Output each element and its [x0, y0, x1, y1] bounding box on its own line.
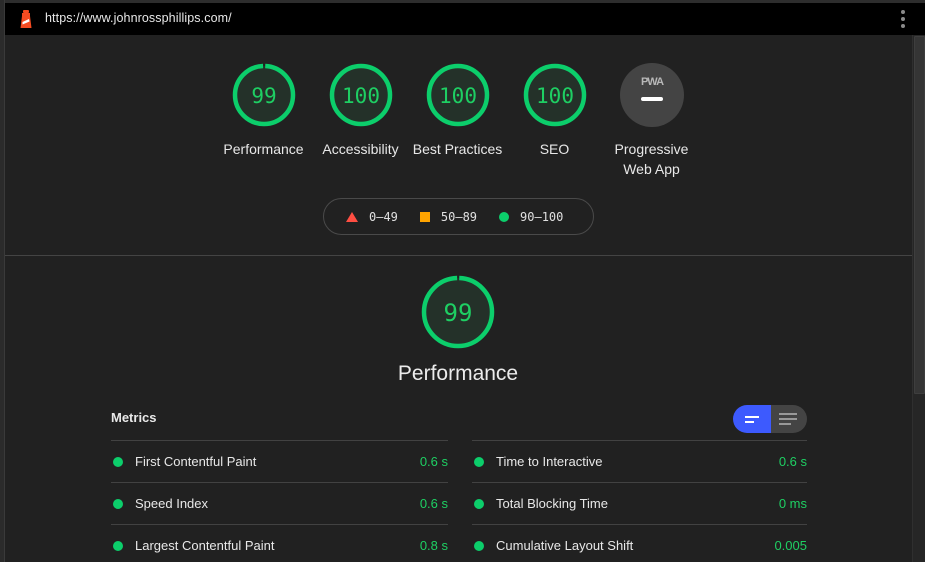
metric-value: 0.8 s — [419, 538, 448, 553]
gauge-label: Best Practices — [412, 141, 503, 157]
circle-icon — [499, 211, 510, 222]
pass-circle-icon — [113, 498, 123, 509]
pass-circle-icon — [474, 498, 484, 509]
metrics-column-right: Time to Interactive 0.6 s Total Blocking… — [472, 440, 807, 562]
gauge-pwa[interactable]: PWA Progressive Web App — [603, 63, 700, 179]
performance-title: Performance — [397, 362, 519, 385]
metric-value: 0.6 s — [778, 454, 807, 469]
pass-circle-icon — [474, 540, 484, 551]
report-topbar: https://www.johnrossphillips.com/ — [5, 3, 925, 35]
gauge-accessibility[interactable]: 100 Accessibility — [312, 63, 409, 179]
performance-score: 99 — [444, 299, 473, 327]
section-divider — [5, 255, 912, 256]
metric-row: Largest Contentful Paint 0.8 s — [111, 524, 448, 562]
metric-name: Speed Index — [135, 496, 209, 511]
expanded-view-button[interactable] — [770, 405, 807, 433]
legend-range: 50–89 — [440, 209, 478, 224]
legend-range: 0–49 — [369, 209, 398, 224]
page-url[interactable]: https://www.johnrossphillips.com/ — [45, 11, 232, 25]
pwa-icon: PWA — [619, 63, 684, 127]
metric-name: Cumulative Layout Shift — [496, 538, 634, 553]
lighthouse-icon — [20, 10, 32, 28]
lighthouse-report: https://www.johnrossphillips.com/ 99 Per… — [0, 0, 925, 562]
gauge-seo[interactable]: 100 SEO — [506, 63, 603, 179]
pass-circle-icon — [113, 540, 123, 551]
metric-name: Time to Interactive — [496, 454, 603, 469]
window-left-edge — [0, 0, 5, 562]
category-gauges: 99 Performance 100 Accessibility 100 Bes… — [215, 63, 700, 179]
metric-row: First Contentful Paint 0.6 s — [111, 440, 448, 482]
triangle-icon — [346, 211, 358, 222]
gauge-label: SEO — [539, 141, 570, 157]
score-ring: 100 — [329, 63, 392, 127]
gauge-label: Performance — [223, 141, 304, 157]
gauge-score: 99 — [251, 84, 276, 108]
metric-value: 0.6 s — [419, 454, 448, 469]
metrics-heading: Metrics — [111, 410, 157, 425]
scrollbar-thumb[interactable] — [914, 36, 925, 394]
legend-fail: 0–49 — [346, 210, 398, 224]
metric-value: 0 ms — [778, 496, 807, 511]
legend-range: 90–100 — [520, 209, 564, 224]
gauge-score: 100 — [439, 84, 477, 108]
gauge-score: 100 — [342, 84, 380, 108]
metric-name: Total Blocking Time — [496, 496, 608, 511]
metric-value: 0.6 s — [419, 496, 448, 511]
kebab-menu-icon[interactable] — [899, 10, 907, 28]
metric-name: Largest Contentful Paint — [135, 538, 275, 553]
performance-score-gauge: 99 — [421, 275, 495, 349]
pass-circle-icon — [474, 456, 484, 467]
legend-average: 50–89 — [419, 209, 478, 224]
gauge-label: Progressive Web App — [614, 141, 689, 177]
metrics-column-left: First Contentful Paint 0.6 s Speed Index… — [111, 440, 448, 562]
square-icon — [419, 211, 430, 222]
gauge-best-practices[interactable]: 100 Best Practices — [409, 63, 506, 179]
metric-value: 0.005 — [774, 538, 807, 553]
compact-view-icon — [745, 415, 759, 418]
metric-row: Total Blocking Time 0 ms — [472, 482, 807, 524]
score-ring: 99 — [232, 63, 295, 127]
metric-row: Time to Interactive 0.6 s — [472, 440, 807, 482]
gauge-score: 100 — [536, 84, 574, 108]
gauge-label: Accessibility — [322, 141, 399, 157]
compact-view-button[interactable] — [733, 405, 770, 433]
metrics-view-toggle[interactable] — [733, 405, 807, 433]
vertical-scrollbar[interactable] — [912, 35, 925, 562]
metric-name: First Contentful Paint — [135, 454, 257, 469]
pass-circle-icon — [113, 456, 123, 467]
legend-pass: 90–100 — [499, 210, 563, 224]
metric-row: Cumulative Layout Shift 0.005 — [472, 524, 807, 562]
score-ring: 100 — [426, 63, 489, 127]
metric-row: Speed Index 0.6 s — [111, 482, 448, 524]
score-legend: 0–49 50–89 90–100 — [323, 198, 594, 235]
expanded-view-icon — [779, 413, 797, 415]
gauge-performance[interactable]: 99 Performance — [215, 63, 312, 179]
pwa-badge: PWA — [640, 76, 663, 88]
score-ring: 100 — [523, 63, 586, 127]
